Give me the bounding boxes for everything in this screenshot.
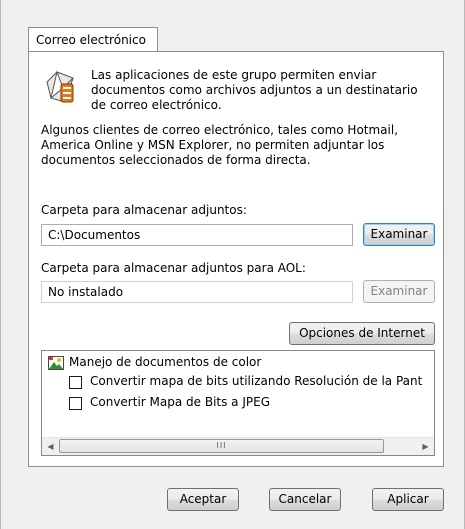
intro-text: Las aplicaciones de este grupo permiten … xyxy=(91,68,418,112)
email-envelope-icon xyxy=(46,70,74,103)
tab-email-label: Correo electrónico xyxy=(36,33,146,47)
horizontal-scrollbar[interactable]: ◀ III ▶ xyxy=(42,437,434,455)
ok-button[interactable]: Aceptar xyxy=(167,488,239,511)
apply-button[interactable]: Aplicar xyxy=(372,488,444,511)
email-settings-panel: Las aplicaciones de este grupo permiten … xyxy=(28,51,444,467)
browse-attachments-button[interactable]: Examinar xyxy=(363,223,435,246)
color-image-icon xyxy=(48,356,64,370)
scroll-left-icon[interactable]: ◀ xyxy=(42,438,59,455)
attachments-folder-label: Carpeta para almacenar adjuntos: xyxy=(41,203,247,217)
color-documents-list[interactable]: Manejo de documentos de color Convertir … xyxy=(41,350,435,456)
convert-resolution-label: Convertir mapa de bits utilizando Resolu… xyxy=(90,374,423,388)
internet-options-button[interactable]: Opciones de Internet xyxy=(289,322,435,345)
convert-jpeg-checkbox[interactable] xyxy=(69,397,82,410)
tab-email[interactable]: Correo electrónico xyxy=(28,27,158,52)
cancel-button[interactable]: Cancelar xyxy=(269,488,341,511)
convert-resolution-checkbox[interactable] xyxy=(69,376,82,389)
note-text: Algunos clientes de correo electrónico, … xyxy=(41,123,399,167)
aol-folder-label: Carpeta para almacenar adjuntos para AOL… xyxy=(41,261,306,275)
aol-folder-field[interactable]: No instalado xyxy=(41,281,353,303)
browse-aol-button[interactable]: Examinar xyxy=(363,280,435,303)
scroll-right-icon[interactable]: ▶ xyxy=(417,438,434,455)
attachments-folder-field[interactable]: C:\Documentos xyxy=(41,224,353,246)
scrollbar-thumb[interactable]: III xyxy=(59,439,384,453)
convert-jpeg-label: Convertir Mapa de Bits a JPEG xyxy=(90,395,270,409)
color-documents-title: Manejo de documentos de color xyxy=(69,355,262,369)
